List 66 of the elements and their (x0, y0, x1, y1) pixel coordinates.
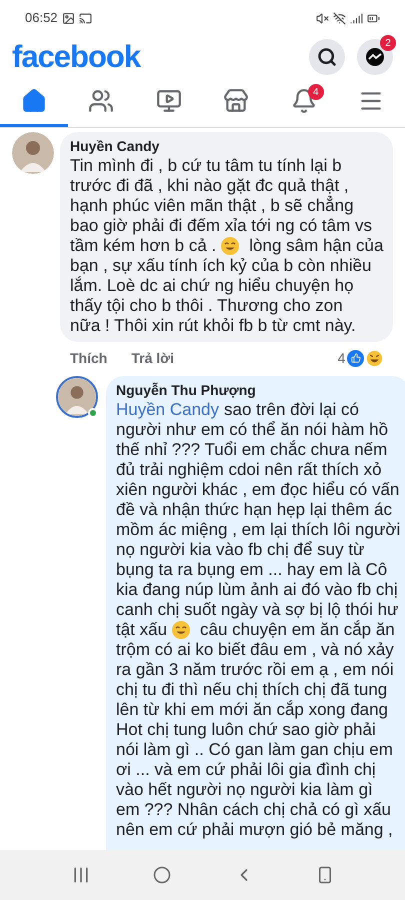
laughing-reaction-icon (366, 350, 384, 366)
comment-action[interactable]: Thích (70, 348, 108, 368)
comment-text: câu chuyện em ăn cắp ăn (200, 620, 395, 640)
comment-text: xiên người khác , em đọc hiểu có vấn (116, 480, 400, 500)
search-button[interactable] (309, 39, 345, 75)
comment-author[interactable]: Huyền Candy (70, 136, 384, 156)
comment-text: nên em cứ phải mượn gió bẻ măng , (116, 820, 393, 840)
watch-icon (156, 88, 182, 114)
comment-text: em ??? Nhân cách chị chả có gì xấu (116, 800, 391, 820)
messenger-button[interactable] (357, 39, 393, 75)
comment-text: lòng sâm hận của (249, 236, 384, 256)
marketplace-icon (223, 88, 250, 114)
comment-text: đề và nhận thức hạn hẹp lại thêm ác (116, 500, 392, 520)
comment-text: lên từ khi em mới ăn cắp xong đang (116, 700, 388, 720)
like-reaction-icon (347, 350, 364, 366)
avatar[interactable] (56, 376, 98, 418)
signal-icon (350, 12, 363, 24)
cast-icon (78, 12, 92, 24)
comment-text: hạnh phúc viên mãn thật , b sẽ chẳng (70, 196, 354, 216)
notification-badge: 4 (308, 84, 324, 100)
mention-link[interactable]: Huyền Candy (116, 400, 220, 420)
comment-text: đủ trải nghiệm cdoi nên rất thích xỏ (116, 460, 382, 480)
home-icon (20, 88, 47, 114)
comment-text: Hot chị tung luôn chứ sao giờ phải (116, 720, 376, 740)
reaction-count: 4 (338, 348, 346, 368)
comment-text: thấy tội cho b thôi . Thương cho zon (70, 296, 343, 316)
messenger-icon (365, 47, 385, 67)
home-icon (153, 866, 172, 884)
comment-author[interactable]: Nguyễn Thu Phượng (116, 380, 400, 400)
comment-text: kia đang núp lùm ảnh ai đó vào fb chị (116, 580, 398, 600)
comment-text: nói làm gì .. Có gan làm gan chịu em (116, 740, 393, 760)
groups-icon (88, 88, 114, 114)
comment-action[interactable]: Trả lời (131, 348, 174, 368)
comment-text: nữa ! Thôi xin rút khỏi fb b từ cmt này. (70, 316, 356, 336)
comment-text: trộm có ai ko biết đâu em , và nó xảy (116, 640, 394, 660)
comment-text: vào hết người nọ người kia làm gì (116, 780, 373, 800)
comment-text: lắm. Loè dc ai chứ ng hiểu chuyện họ (70, 276, 354, 296)
battery-icon (367, 12, 380, 24)
comment-text: tầm kém hơn b cả . (70, 236, 216, 256)
comment-text: bao giờ phải đi đếm xỉa tới ng có tâm vs (70, 216, 372, 236)
comment-text: bụng ta ra bụng em ... hay em là Cô (116, 560, 388, 580)
image-icon (62, 12, 75, 24)
status-time: 06:52 (25, 9, 58, 28)
mute-icon (316, 12, 329, 24)
smiling-emoji-icon (220, 236, 240, 256)
comment-text: ra gần 3 năm trước rồi em ạ , em nói (116, 660, 394, 680)
facebook-logo: facebook (12, 38, 140, 76)
comment-text: thế nhỉ ??? Tuổi em chắc chưa nếm (116, 440, 388, 460)
comment-text: người như em có thể ăn nói hàm hồ (116, 420, 388, 440)
notifications-icon (290, 88, 317, 114)
comment-text: tật xấu (116, 620, 168, 640)
notifications-tab[interactable]: 4 (270, 78, 338, 127)
wifi-icon (333, 12, 346, 24)
comment-text: ơi ... và em cứ phải lôi gia đình chị (116, 760, 376, 780)
search-icon (317, 47, 337, 67)
avatar[interactable] (12, 132, 54, 174)
comment-text: canh chị suốt ngày và sợ bị lộ thói hư (116, 600, 398, 620)
comment-text: nọ người kia vào fb chị để suy từ (116, 540, 364, 560)
smiling-emoji-icon (171, 620, 192, 640)
comment-text: Tin mình đi , b cứ tu tâm tu tính lại b (70, 156, 342, 176)
comment-text: chị tu đi thì nếu chị thích chị đã tung (116, 680, 388, 700)
comment-text: sao trên đời lại có (224, 400, 359, 420)
notification-badge: 2 (380, 35, 396, 51)
comment-text: bạn , sự xấu tính ích kỷ của b còn nhiều (70, 256, 372, 276)
comment-text: mồm ác miệng , em lại thích lôi người (116, 520, 400, 540)
comment-text: trước đi đã , khi nào gặt đc quả thật , (70, 176, 349, 196)
